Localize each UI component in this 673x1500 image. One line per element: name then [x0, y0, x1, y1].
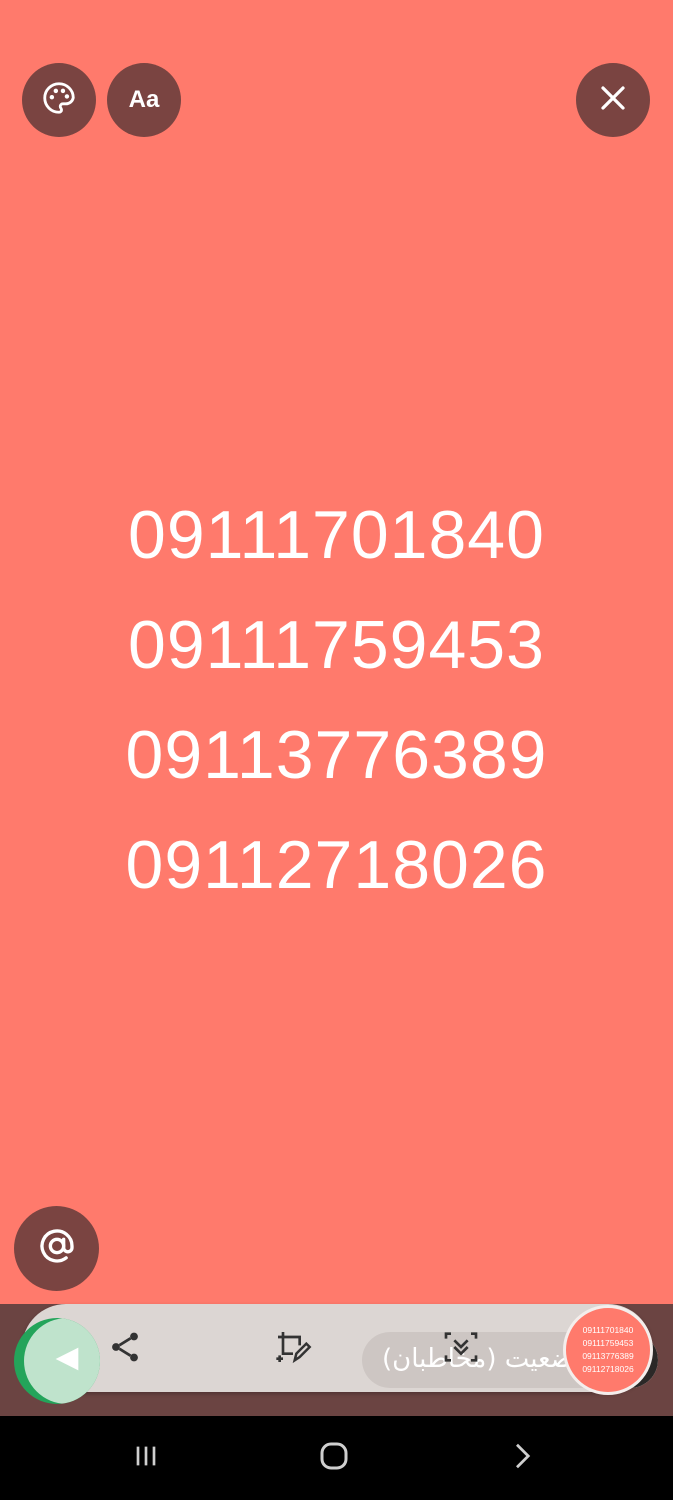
close-button[interactable] — [576, 63, 650, 137]
palette-icon — [40, 79, 78, 122]
preview-line-1: 09111701840 — [582, 1325, 634, 1335]
system-navigation-bar — [0, 1416, 673, 1500]
status-preview-thumbnail[interactable]: 09111701840 09111759453 09113776389 0911… — [563, 1305, 653, 1395]
recent-apps-icon — [130, 1440, 162, 1477]
share-button[interactable] — [102, 1326, 148, 1372]
home-button[interactable] — [294, 1416, 374, 1500]
preview-line-4: 09112718026 — [582, 1364, 634, 1374]
crop-edit-icon — [273, 1327, 313, 1372]
status-text-area[interactable]: 09111701840 09111759453 09113776389 0911… — [0, 480, 673, 920]
edit-crop-button[interactable] — [270, 1326, 316, 1372]
send-arrow-icon — [50, 1342, 84, 1381]
share-icon — [107, 1329, 143, 1370]
close-icon — [598, 83, 628, 118]
back-button[interactable] — [482, 1416, 562, 1500]
phone-number-3: 09113776389 — [125, 717, 548, 793]
font-label: Aa — [128, 86, 160, 113]
phone-number-1: 09111701840 — [128, 497, 545, 573]
color-palette-button[interactable] — [22, 63, 96, 137]
swipe-down-button[interactable] — [438, 1326, 484, 1372]
recent-apps-button[interactable] — [106, 1416, 186, 1500]
at-icon — [37, 1226, 77, 1271]
phone-number-2: 09111759453 — [128, 607, 545, 683]
mention-button[interactable] — [14, 1206, 99, 1291]
preview-line-2: 09111759453 — [582, 1338, 634, 1348]
preview-line-3: 09113776389 — [582, 1351, 634, 1361]
swipe-down-icon — [441, 1327, 481, 1372]
phone-number-4: 09112718026 — [125, 827, 548, 903]
send-button[interactable] — [14, 1318, 100, 1404]
home-icon — [316, 1438, 352, 1479]
font-button[interactable]: Aa — [107, 63, 181, 137]
back-icon — [507, 1441, 537, 1476]
